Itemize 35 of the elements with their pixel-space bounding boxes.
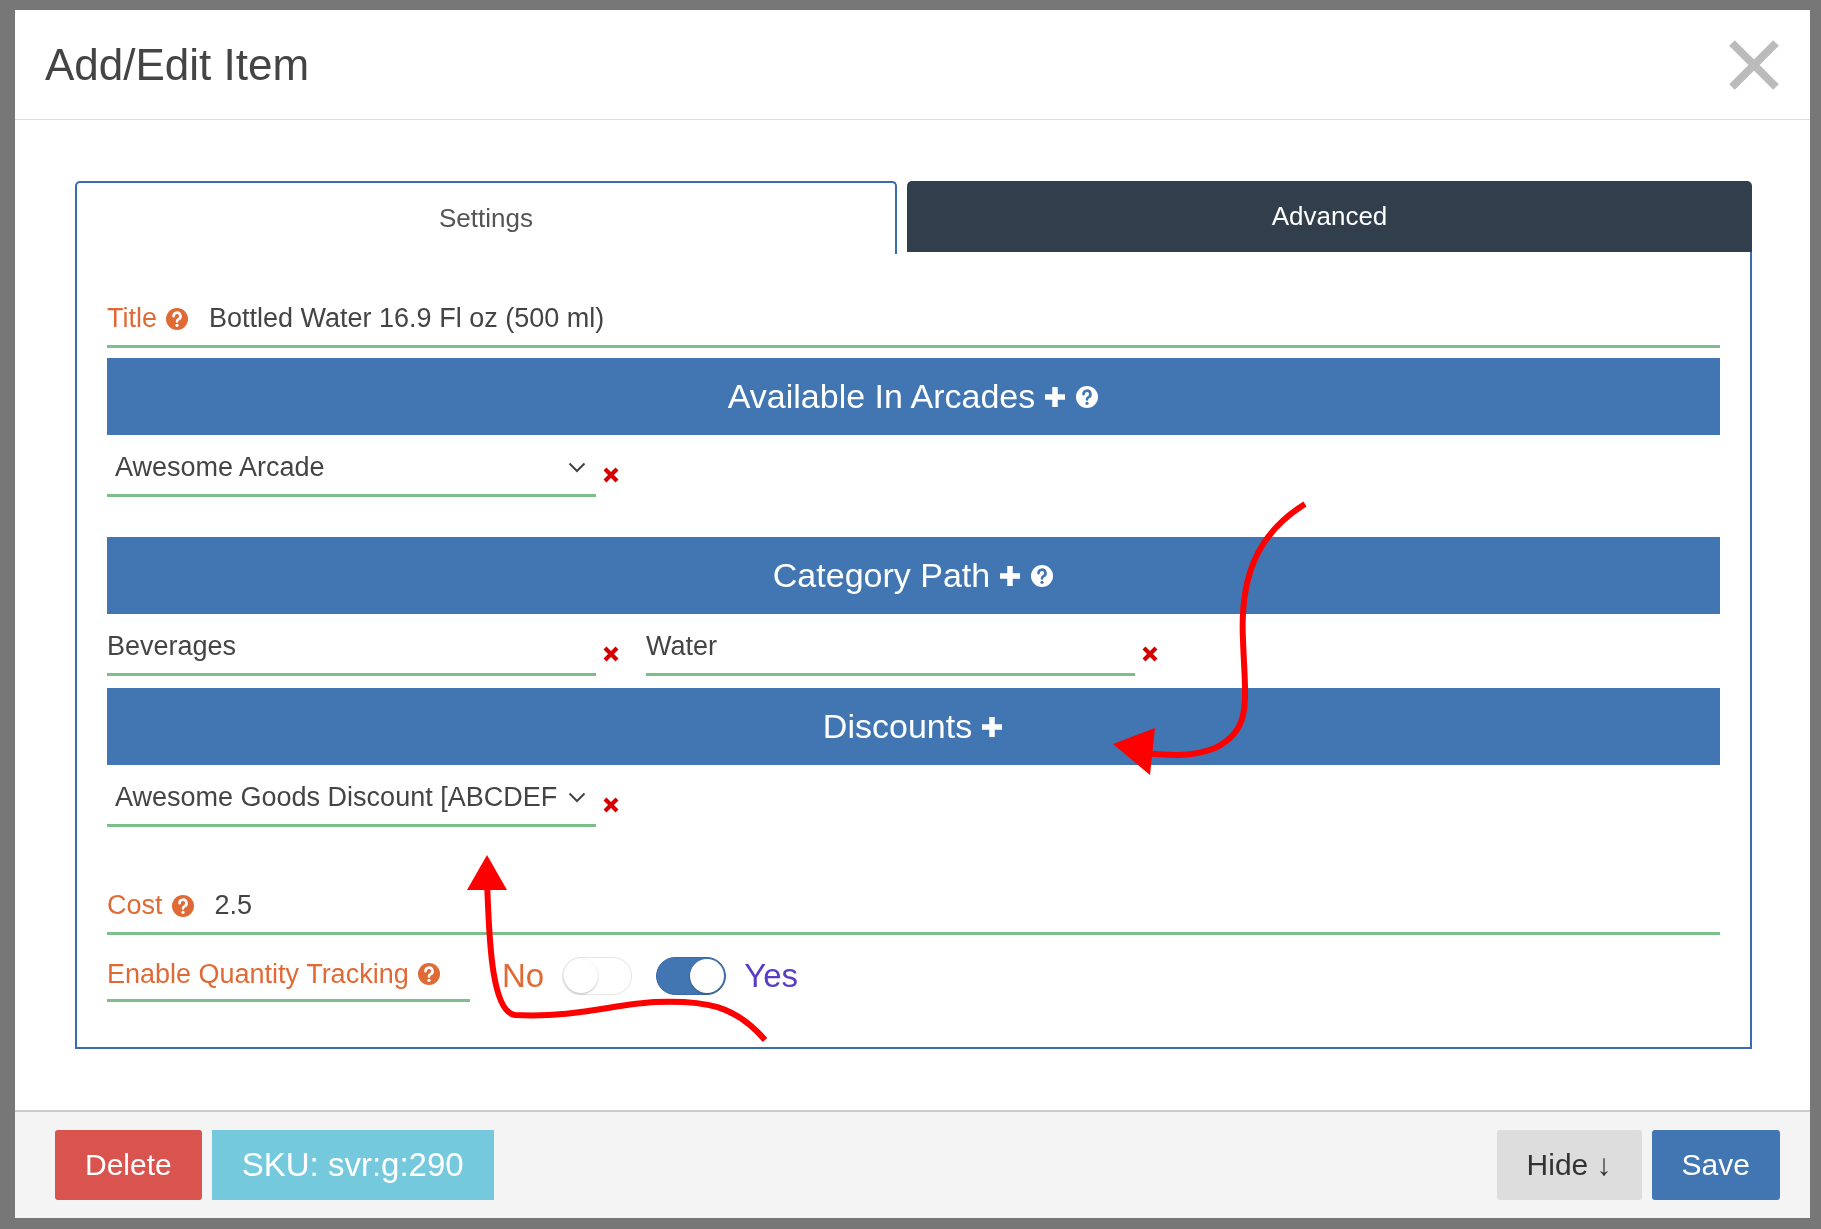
help-icon[interactable] xyxy=(1075,384,1100,409)
field-label: Title xyxy=(107,303,157,334)
dialog-title: Add/Edit Item xyxy=(45,39,310,90)
input-field[interactable]: Beverages xyxy=(107,620,596,676)
hide-button[interactable]: Hide ↓ xyxy=(1496,1130,1642,1200)
help-icon[interactable] xyxy=(1030,563,1055,588)
field-value[interactable]: 2.5 xyxy=(214,890,253,921)
field-label: Cost xyxy=(107,890,163,921)
help-icon[interactable] xyxy=(165,306,189,331)
section-heading: Category Path xyxy=(772,556,991,595)
section-heading: Available In Arcades xyxy=(727,377,1036,416)
delete-button[interactable]: Delete xyxy=(55,1130,202,1200)
help-icon[interactable] xyxy=(416,962,441,986)
save-button[interactable]: Save xyxy=(1651,1130,1780,1200)
plus-icon[interactable] xyxy=(998,563,1023,588)
tab[interactable]: Settings xyxy=(75,181,897,254)
chevron-down-icon xyxy=(568,462,586,473)
field-label: Enable Quantity Tracking xyxy=(107,958,409,990)
toggle-label: No xyxy=(502,956,545,995)
field-value[interactable]: Bottled Water 16.9 Fl oz (500 ml) xyxy=(209,303,605,334)
dropdown-field[interactable]: Awesome Goods Discount [ABCDEF xyxy=(107,771,596,827)
remove-icon[interactable] xyxy=(602,796,620,814)
toggle-switch[interactable] xyxy=(656,956,727,995)
remove-icon[interactable] xyxy=(602,645,620,663)
toggle-label: Yes xyxy=(744,956,799,995)
plus-icon[interactable] xyxy=(1043,384,1068,409)
plus-icon[interactable] xyxy=(980,714,1005,739)
remove-icon[interactable] xyxy=(1141,645,1159,663)
chevron-down-icon xyxy=(568,792,586,803)
dropdown-field[interactable]: Awesome Arcade xyxy=(107,441,596,497)
help-icon[interactable] xyxy=(170,893,195,918)
section-heading: Discounts xyxy=(822,707,973,746)
tab[interactable]: Advanced xyxy=(907,181,1752,252)
input-field[interactable]: Water xyxy=(646,620,1135,676)
remove-icon[interactable] xyxy=(602,466,620,484)
